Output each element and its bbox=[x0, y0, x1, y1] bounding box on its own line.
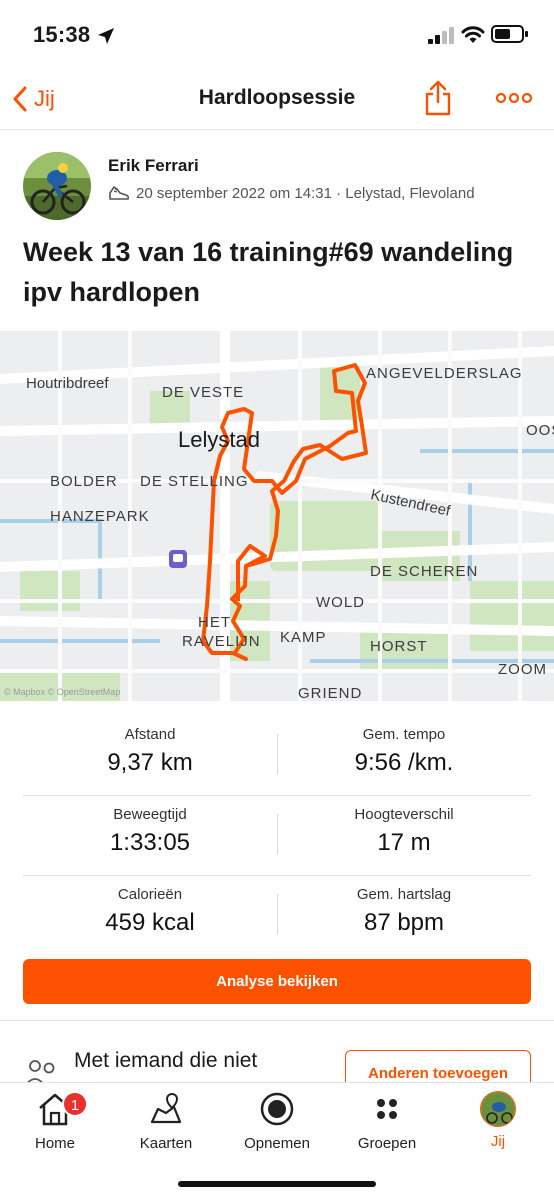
tab-groups[interactable]: Groepen bbox=[332, 1089, 442, 1152]
home-indicator bbox=[178, 1181, 376, 1187]
notification-badge: 1 bbox=[62, 1091, 88, 1117]
stat-value: 9,37 km bbox=[107, 749, 193, 776]
stat-label: Gem. hartslag bbox=[356, 886, 452, 903]
map-label-wold: WOLD bbox=[316, 594, 365, 611]
share-icon[interactable] bbox=[424, 80, 452, 116]
stat-label: Hoogteverschil bbox=[354, 806, 454, 823]
stat-label: Beweegtijd bbox=[113, 806, 187, 823]
tab-label: Opnemen bbox=[244, 1135, 310, 1152]
cellular-signal-icon bbox=[428, 27, 454, 44]
stat-heart-rate: Gem. hartslag 87 bpm bbox=[277, 886, 531, 937]
map-attribution: © Mapbox © OpenStreetMap bbox=[4, 687, 120, 697]
stat-label: Gem. tempo bbox=[362, 726, 446, 743]
stat-distance: Afstand 9,37 km bbox=[23, 726, 277, 777]
tab-label: Kaarten bbox=[139, 1135, 193, 1152]
stat-value: 1:33:05 bbox=[109, 829, 191, 856]
stat-calories: Calorieën 459 kcal bbox=[23, 886, 277, 937]
athlete-header: Erik Ferrari 20 september 2022 om 14:31 … bbox=[23, 152, 533, 222]
groups-icon bbox=[377, 1099, 397, 1119]
map-label-griend: GRIEND bbox=[298, 685, 362, 701]
tab-label: Groepen bbox=[357, 1135, 417, 1152]
route-map[interactable]: Houtribdreef DE VESTE ANGEVELDERSLAG Lel… bbox=[0, 331, 554, 701]
athlete-name[interactable]: Erik Ferrari bbox=[108, 156, 199, 176]
navigation-bar: Jij Hardloopsessie bbox=[0, 70, 554, 130]
map-label-de-stelling: DE STELLING bbox=[140, 473, 249, 490]
tab-label: Jij bbox=[490, 1133, 506, 1150]
map-label-ravelijn: RAVELIJN bbox=[182, 633, 261, 650]
status-bar: 15:38 bbox=[0, 0, 554, 70]
stat-value: 459 kcal bbox=[105, 909, 195, 936]
map-label-de-veste: DE VESTE bbox=[162, 384, 244, 401]
map-label-het: HET bbox=[198, 614, 231, 631]
athlete-avatar[interactable] bbox=[23, 152, 91, 220]
battery-icon bbox=[491, 25, 528, 43]
people-icon bbox=[27, 1060, 55, 1082]
map-label-kamp: KAMP bbox=[280, 629, 327, 646]
tab-you[interactable]: Jij bbox=[443, 1089, 553, 1150]
activity-title: Week 13 van 16 training#69 wandeling ipv… bbox=[23, 237, 514, 307]
stat-moving-time: Beweegtijd 1:33:05 bbox=[23, 806, 277, 857]
stat-value: 17 m bbox=[377, 829, 431, 856]
map-label-bolder: BOLDER bbox=[50, 473, 118, 490]
stat-value: 87 bpm bbox=[363, 909, 445, 936]
stat-row: Calorieën 459 kcal Gem. hartslag 87 bpm bbox=[23, 876, 531, 956]
stat-row: Beweegtijd 1:33:05 Hoogteverschil 17 m bbox=[23, 796, 531, 876]
stat-label: Calorieën bbox=[117, 886, 183, 903]
stats-grid: Afstand 9,37 km Gem. tempo 9:56 /km. Bew… bbox=[23, 716, 531, 956]
map-label-horst: HORST bbox=[370, 638, 428, 655]
more-options-icon[interactable] bbox=[496, 92, 532, 104]
map-label-hanzepark: HANZEPARK bbox=[50, 508, 150, 525]
tab-record[interactable]: Opnemen bbox=[222, 1089, 332, 1152]
invite-section: Met iemand die niet Anderen toevoegen bbox=[0, 1030, 554, 1082]
tab-maps[interactable]: Kaarten bbox=[111, 1089, 221, 1152]
stat-label: Afstand bbox=[124, 726, 176, 743]
stat-value: 9:56 /km. bbox=[354, 749, 454, 776]
map-label-angevelderslag: ANGEVELDERSLAG bbox=[366, 365, 523, 382]
divider bbox=[0, 1020, 554, 1021]
map-label-zoom: ZOOM bbox=[498, 661, 547, 678]
activity-date-location: 20 september 2022 om 14:31 · Lelystad, F… bbox=[136, 184, 475, 202]
add-others-button[interactable]: Anderen toevoegen bbox=[345, 1050, 531, 1082]
location-arrow-icon bbox=[98, 28, 114, 44]
stat-elevation: Hoogteverschil 17 m bbox=[277, 806, 531, 857]
status-time: 15:38 bbox=[33, 22, 91, 47]
analyse-button[interactable]: Analyse bekijken bbox=[23, 959, 531, 1004]
map-label-houtribdreef: Houtribdreef bbox=[26, 375, 109, 392]
avatar-icon bbox=[480, 1091, 516, 1127]
map-canvas: Houtribdreef DE VESTE ANGEVELDERSLAG Lel… bbox=[0, 331, 554, 701]
invite-text: Met iemand die niet bbox=[74, 1049, 258, 1072]
map-label-lelystad: Lelystad bbox=[178, 427, 260, 452]
train-station-icon bbox=[169, 550, 187, 568]
map-label-de-scheren: DE SCHEREN bbox=[370, 563, 478, 580]
tab-label: Home bbox=[34, 1135, 75, 1152]
page-title: Hardloopsessie bbox=[198, 86, 356, 109]
record-icon bbox=[260, 1092, 294, 1126]
wifi-icon bbox=[461, 26, 485, 43]
stat-pace: Gem. tempo 9:56 /km. bbox=[277, 726, 531, 777]
stat-row: Afstand 9,37 km Gem. tempo 9:56 /km. bbox=[23, 716, 531, 796]
activity-meta: 20 september 2022 om 14:31 · Lelystad, F… bbox=[108, 184, 475, 202]
map-label-oos: OOS bbox=[526, 422, 554, 439]
map-icon bbox=[150, 1092, 182, 1124]
shoe-icon bbox=[109, 186, 130, 200]
tab-home[interactable]: 1 Home bbox=[0, 1089, 110, 1152]
